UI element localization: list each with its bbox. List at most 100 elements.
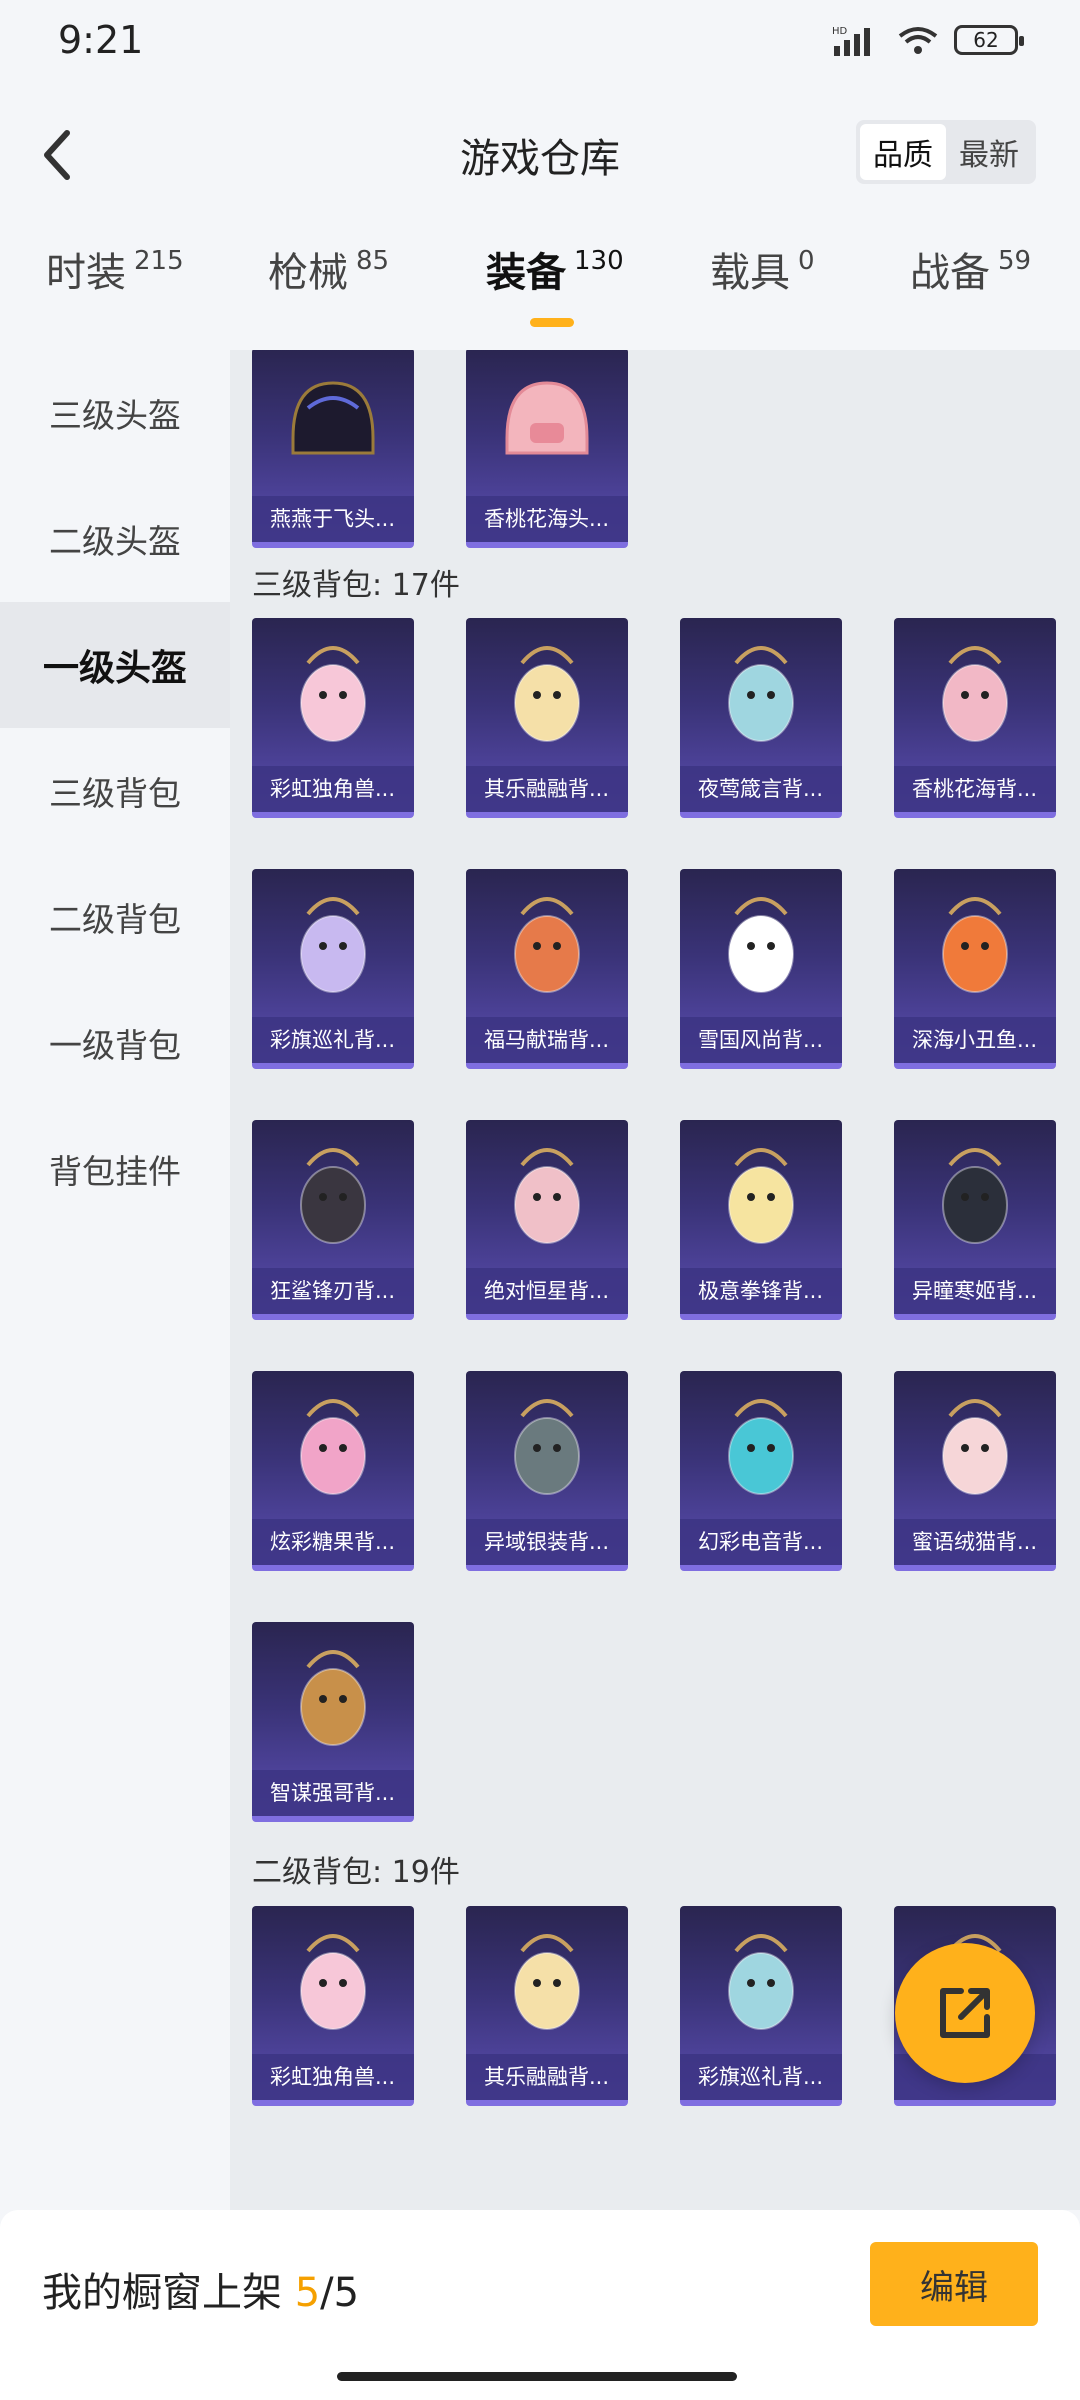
category-tabs: 时装 215 枪械 85 装备 130 载具 0 战备 59: [0, 240, 1080, 340]
tab-count: 0: [798, 246, 815, 276]
backpack-icon: [894, 1120, 1056, 1270]
item-card[interactable]: 智谋强哥背...: [252, 1622, 414, 1822]
tab-label: 载具: [710, 250, 790, 296]
share-button[interactable]: [895, 1943, 1035, 2083]
backpack-icon: [466, 1906, 628, 2056]
item-card[interactable]: 雪国风尚背...: [680, 869, 842, 1069]
svg-text:HD: HD: [832, 26, 848, 37]
sidebar: 三级头盔 二级头盔 一级头盔 三级背包 二级背包 一级背包 背包挂件: [0, 350, 230, 2210]
share-external-icon: [940, 1988, 990, 2038]
backpack-icon: [252, 1120, 414, 1270]
item-name: 异域银装背...: [466, 1519, 628, 1565]
item-card[interactable]: 彩虹独角兽...: [252, 618, 414, 818]
showcase-current: 5: [294, 2270, 321, 2316]
item-card[interactable]: 香桃花海背...: [894, 618, 1056, 818]
item-card[interactable]: 极意拳锋背...: [680, 1120, 842, 1320]
item-name: 异瞳寒姬背...: [894, 1268, 1056, 1314]
status-icons: HD 62: [832, 24, 1024, 56]
section-title: 二级背包: 19件: [252, 1855, 460, 1890]
item-name: 绝对恒星背...: [466, 1268, 628, 1314]
edit-button[interactable]: 编辑: [870, 2242, 1038, 2326]
item-card[interactable]: 夜莺箴言背...: [680, 618, 842, 818]
item-card[interactable]: 绝对恒星背...: [466, 1120, 628, 1320]
header: 游戏仓库 品质 最新: [0, 100, 1080, 210]
tab-supplies[interactable]: 战备 59: [910, 240, 1031, 298]
status-time: 9:21: [58, 18, 144, 62]
item-name: 夜莺箴言背...: [680, 766, 842, 812]
sort-quality-button[interactable]: 品质: [860, 124, 946, 180]
tab-count: 85: [356, 246, 390, 276]
backpack-icon: [680, 1906, 842, 2056]
tab-label: 战备: [910, 250, 990, 296]
tab-label: 装备: [486, 250, 566, 296]
back-arrow-icon: [44, 130, 70, 180]
tab-count: 215: [134, 246, 184, 276]
item-card[interactable]: 其乐融融背...: [466, 1906, 628, 2106]
sidebar-item-backpack-2[interactable]: 二级背包: [0, 854, 230, 980]
home-indicator[interactable]: [337, 2372, 737, 2381]
sidebar-item-backpack-1[interactable]: 一级背包: [0, 980, 230, 1106]
item-card[interactable]: 异瞳寒姬背...: [894, 1120, 1056, 1320]
tab-fashion[interactable]: 时装 215: [46, 240, 184, 298]
sidebar-item-helmet-3[interactable]: 三级头盔: [0, 350, 230, 476]
item-name: 深海小丑鱼...: [894, 1017, 1056, 1063]
sort-newest-button[interactable]: 最新: [946, 124, 1032, 180]
item-name: 雪国风尚背...: [680, 1017, 842, 1063]
item-name: 香桃花海头...: [466, 496, 628, 542]
item-name: 彩旗巡礼背...: [252, 1017, 414, 1063]
tab-label: 时装: [46, 250, 126, 296]
item-name: 彩虹独角兽...: [252, 2054, 414, 2100]
backpack-icon: [252, 869, 414, 1019]
back-button[interactable]: [22, 120, 92, 190]
tab-equipment[interactable]: 装备 130: [486, 240, 624, 298]
sidebar-item-helmet-2[interactable]: 二级头盔: [0, 476, 230, 602]
sidebar-item-backpack-charm[interactable]: 背包挂件: [0, 1106, 230, 1232]
backpack-icon: [894, 869, 1056, 1019]
backpack-icon: [894, 618, 1056, 768]
item-card[interactable]: 香桃花海头...: [466, 350, 628, 548]
bottom-bar: 我的橱窗上架 5/5 编辑: [0, 2210, 1080, 2400]
item-name: 幻彩电音背...: [680, 1519, 842, 1565]
backpack-icon: [466, 1120, 628, 1270]
backpack-icon: [680, 1371, 842, 1521]
backpack-icon: [466, 1371, 628, 1521]
backpack-icon: [680, 869, 842, 1019]
item-card[interactable]: 其乐融融背...: [466, 618, 628, 818]
item-card[interactable]: 炫彩糖果背...: [252, 1371, 414, 1571]
showcase-total: /5: [320, 2270, 360, 2316]
backpack-icon: [466, 618, 628, 768]
backpack-icon: [466, 869, 628, 1019]
item-card[interactable]: 彩旗巡礼背...: [680, 1906, 842, 2106]
item-card[interactable]: 彩虹独角兽...: [252, 1906, 414, 2106]
backpack-icon: [252, 618, 414, 768]
helmet-icon: [252, 350, 414, 498]
wifi-icon: [898, 27, 938, 54]
item-card[interactable]: 福马献瑞背...: [466, 869, 628, 1069]
item-card[interactable]: 蜜语绒猫背...: [894, 1371, 1056, 1571]
tab-guns[interactable]: 枪械 85: [268, 240, 389, 298]
backpack-icon: [680, 1120, 842, 1270]
tab-vehicles[interactable]: 载具 0: [710, 240, 815, 298]
item-card[interactable]: 异域银装背...: [466, 1371, 628, 1571]
item-card[interactable]: 狂鲨锋刃背...: [252, 1120, 414, 1320]
sidebar-item-helmet-1[interactable]: 一级头盔: [0, 602, 230, 728]
item-name: 福马献瑞背...: [466, 1017, 628, 1063]
sidebar-item-backpack-3[interactable]: 三级背包: [0, 728, 230, 854]
item-card[interactable]: 深海小丑鱼...: [894, 869, 1056, 1069]
item-grid-area[interactable]: 燕燕于飞头... 香桃花海头... 三级背包: 17件 彩虹独角兽... 其乐融融…: [230, 350, 1080, 2210]
tab-count: 59: [998, 246, 1032, 276]
item-name: 智谋强哥背...: [252, 1770, 414, 1816]
item-name: 香桃花海背...: [894, 766, 1056, 812]
item-card[interactable]: 彩旗巡礼背...: [252, 869, 414, 1069]
backpack-icon: [252, 1906, 414, 2056]
backpack-icon: [894, 1371, 1056, 1521]
battery-indicator: 62: [954, 25, 1024, 55]
tab-label: 枪械: [268, 250, 348, 296]
item-name: 炫彩糖果背...: [252, 1519, 414, 1565]
item-card[interactable]: 燕燕于飞头...: [252, 350, 414, 548]
backpack-icon: [252, 1371, 414, 1521]
item-name: 其乐融融背...: [466, 766, 628, 812]
item-card[interactable]: 幻彩电音背...: [680, 1371, 842, 1571]
item-name: 极意拳锋背...: [680, 1268, 842, 1314]
item-name: 彩虹独角兽...: [252, 766, 414, 812]
